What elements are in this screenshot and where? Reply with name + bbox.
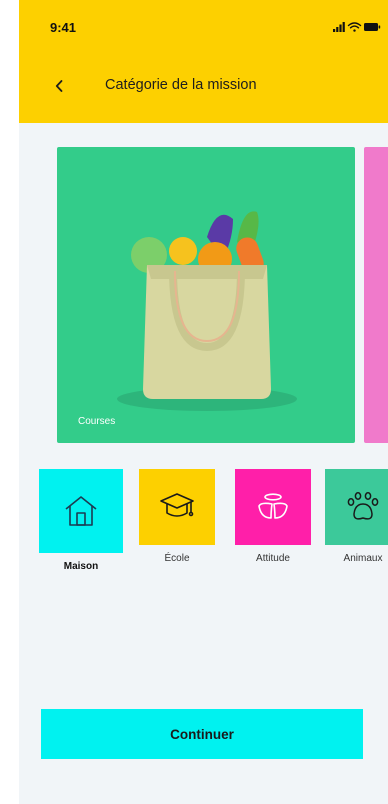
category-label: Attitude: [256, 553, 290, 564]
category-tile: [139, 469, 215, 545]
chevron-left-icon: [55, 80, 63, 92]
status-icons: [333, 22, 381, 32]
category-card-next[interactable]: [364, 147, 388, 443]
category-tile: [235, 469, 311, 545]
card-label: Courses: [78, 416, 116, 427]
pink-card-illustration: [364, 147, 388, 443]
category-animaux[interactable]: Animaux: [323, 469, 388, 564]
halo-wings-icon: [258, 493, 288, 519]
wifi-icon: [347, 22, 362, 32]
back-button[interactable]: [49, 76, 69, 96]
category-label: École: [164, 553, 190, 564]
header-bar: 9:41 Catégorie de la mission: [19, 0, 388, 123]
app-screen: 9:41 Catégorie de la mission Courses Mai…: [19, 0, 388, 804]
paw-icon: [347, 492, 379, 520]
category-maison[interactable]: Maison: [39, 469, 123, 572]
shopping-bag-illustration: [117, 211, 297, 411]
battery-icon: [364, 23, 381, 31]
status-time: 9:41: [50, 20, 77, 35]
continue-button[interactable]: Continuer: [41, 709, 363, 759]
category-tile: [325, 469, 388, 545]
house-icon: [65, 496, 97, 526]
category-tile: [39, 469, 123, 553]
page-title: Catégorie de la mission: [105, 77, 257, 93]
category-card-courses[interactable]: Courses: [57, 147, 355, 443]
graduation-cap-icon: [160, 493, 194, 517]
category-label: Animaux: [343, 553, 383, 564]
category-ecole[interactable]: École: [137, 469, 217, 564]
category-attitude[interactable]: Attitude: [233, 469, 313, 564]
signal-icon: [333, 22, 345, 32]
category-label: Maison: [63, 561, 99, 572]
category-list: Maison École Attitude Animaux: [39, 469, 388, 589]
